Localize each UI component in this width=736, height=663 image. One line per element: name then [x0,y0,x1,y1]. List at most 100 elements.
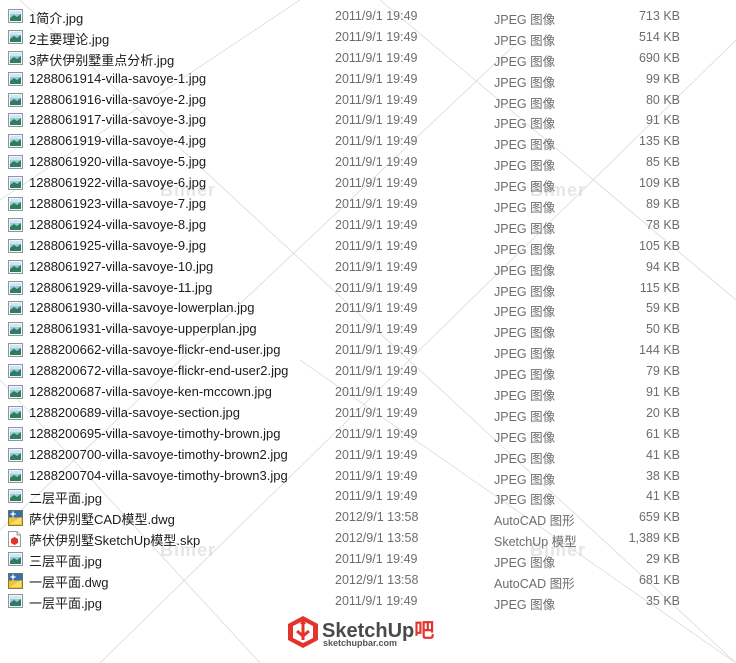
file-date-modified: 2011/9/1 19:49 [335,113,418,128]
file-type: JPEG 图像 [494,201,556,216]
file-date-modified: 2011/9/1 19:49 [335,155,418,170]
file-size: 115 KB [639,280,680,295]
autocad-drawing-icon [8,510,23,527]
file-row[interactable]: 1288200695-villa-savoye-timothy-brown.jp… [0,424,736,445]
file-type: JPEG 图像 [494,493,556,508]
file-row[interactable]: 一层平面.jpg 2011/9/1 19:49 JPEG 图像 35 KB [0,591,736,612]
file-date-modified: 2011/9/1 19:49 [335,343,418,358]
file-row[interactable]: 1288061917-villa-savoye-3.jpg 2011/9/1 1… [0,110,736,131]
file-size: 50 KB [645,322,680,337]
file-row[interactable]: 1288061929-villa-savoye-11.jpg 2011/9/1 … [0,278,736,299]
file-list: 1简介.jpg 2011/9/1 19:49 JPEG 图像 713 KB 2主… [0,6,736,612]
jpeg-image-icon [8,259,23,274]
jpeg-image-icon [8,155,23,170]
file-size: 514 KB [638,29,680,44]
jpeg-image-icon [8,92,23,107]
file-name: 1288061920-villa-savoye-5.jpg [29,154,207,170]
file-date-modified: 2011/9/1 19:49 [335,71,418,86]
file-name: 1288061923-villa-savoye-7.jpg [29,196,207,212]
file-name: 1288061916-villa-savoye-2.jpg [29,91,207,107]
file-name: 1288200695-villa-savoye-timothy-brown.jp… [29,425,281,441]
file-row[interactable]: 1288061924-villa-savoye-8.jpg 2011/9/1 1… [0,215,736,236]
file-row[interactable]: 1288200689-villa-savoye-section.jpg 2011… [0,403,736,424]
jpeg-image-icon [8,197,23,212]
file-type: AutoCAD 图形 [494,514,575,529]
file-type: JPEG 图像 [494,368,556,383]
file-type: JPEG 图像 [494,33,556,48]
file-name: 1288061925-villa-savoye-9.jpg [29,237,207,253]
file-date-modified: 2012/9/1 13:58 [335,531,419,546]
jpeg-image-icon [8,468,23,483]
file-row[interactable]: 1288200672-villa-savoye-flickr-end-user2… [0,361,736,382]
file-name: 三层平面.jpg [29,554,102,570]
file-row[interactable]: 1288200662-villa-savoye-flickr-end-user.… [0,340,736,361]
sketchup-logo-icon [288,616,318,648]
file-row[interactable]: 1简介.jpg 2011/9/1 19:49 JPEG 图像 713 KB [0,6,736,27]
file-row[interactable]: 1288061922-villa-savoye-6.jpg 2011/9/1 1… [0,173,736,194]
jpeg-image-icon [8,217,23,232]
jpeg-image-icon [8,322,23,337]
file-date-modified: 2011/9/1 19:49 [335,280,418,295]
file-size: 78 KB [645,217,680,232]
file-row[interactable]: 萨伏伊别墅CAD模型.dwg 2012/9/1 13:58 AutoCAD 图形… [0,507,736,528]
file-date-modified: 2012/9/1 13:58 [335,573,419,588]
file-row[interactable]: 1288061923-villa-savoye-7.jpg 2011/9/1 1… [0,194,736,215]
file-type: JPEG 图像 [494,347,556,362]
file-date-modified: 2011/9/1 19:49 [335,50,418,65]
file-size: 80 KB [645,92,680,107]
jpeg-image-icon [8,176,23,191]
file-date-modified: 2011/9/1 19:49 [335,176,418,191]
file-row[interactable]: 1288061920-villa-savoye-5.jpg 2011/9/1 1… [0,152,736,173]
jpeg-image-icon [8,113,23,128]
file-date-modified: 2011/9/1 19:49 [335,301,418,316]
file-name: 1288061922-villa-savoye-6.jpg [29,175,207,191]
jpeg-image-icon [8,280,23,295]
file-name: 1288200700-villa-savoye-timothy-brown2.j… [29,446,288,462]
file-type: JPEG 图像 [494,138,556,153]
file-row[interactable]: 1288061925-villa-savoye-9.jpg 2011/9/1 1… [0,236,736,257]
file-date-modified: 2011/9/1 19:49 [335,92,418,107]
jpeg-image-icon [8,385,23,400]
file-size: 85 KB [645,155,680,170]
file-size: 713 KB [638,9,680,23]
file-type: JPEG 图像 [494,597,556,612]
jpeg-image-icon [8,301,23,316]
file-row[interactable]: 1288200687-villa-savoye-ken-mccown.jpg 2… [0,382,736,403]
file-size: 61 KB [645,426,680,441]
file-date-modified: 2012/9/1 13:58 [335,510,419,525]
file-size: 41 KB [645,489,680,504]
file-row[interactable]: 1288061930-villa-savoye-lowerplan.jpg 20… [0,298,736,319]
file-size: 1,389 KB [628,531,680,546]
file-row[interactable]: 1288061914-villa-savoye-1.jpg 2011/9/1 1… [0,69,736,90]
file-row[interactable]: 1288061927-villa-savoye-10.jpg 2011/9/1 … [0,257,736,278]
file-row[interactable]: 3萨伏伊别墅重点分析.jpg 2011/9/1 19:49 JPEG 图像 69… [0,48,736,69]
jpeg-image-icon [8,426,23,441]
file-size: 79 KB [645,364,680,379]
file-date-modified: 2011/9/1 19:49 [335,552,418,567]
file-row[interactable]: 一层平面.dwg 2012/9/1 13:58 AutoCAD 图形 681 K… [0,570,736,591]
file-row[interactable]: 1288061931-villa-savoye-upperplan.jpg 20… [0,319,736,340]
file-name: 1288061927-villa-savoye-10.jpg [29,258,214,274]
file-name: 一层平面.jpg [29,595,102,611]
file-row[interactable]: 2主要理论.jpg 2011/9/1 19:49 JPEG 图像 514 KB [0,27,736,48]
file-row[interactable]: 二层平面.jpg 2011/9/1 19:49 JPEG 图像 41 KB [0,486,736,507]
file-type: JPEG 图像 [494,389,556,404]
file-type: JPEG 图像 [494,284,556,299]
file-name: 3萨伏伊别墅重点分析.jpg [29,52,175,68]
file-size: 105 KB [638,238,680,253]
file-row[interactable]: 1288061919-villa-savoye-4.jpg 2011/9/1 1… [0,131,736,152]
file-row[interactable]: 1288200704-villa-savoye-timothy-brown3.j… [0,466,736,487]
jpeg-image-icon [8,29,23,44]
file-row[interactable]: 三层平面.jpg 2011/9/1 19:49 JPEG 图像 29 KB [0,549,736,570]
jpeg-image-icon [8,238,23,253]
file-row[interactable]: 1288061916-villa-savoye-2.jpg 2011/9/1 1… [0,90,736,111]
jpeg-image-icon [8,447,23,462]
jpeg-image-icon [8,364,23,379]
file-size: 89 KB [645,197,680,212]
file-row[interactable]: 萨伏伊别墅SketchUp模型.skp 2012/9/1 13:58 Sketc… [0,528,736,549]
file-type: JPEG 图像 [494,159,556,174]
file-name: 一层平面.dwg [29,575,109,591]
file-row[interactable]: 1288200700-villa-savoye-timothy-brown2.j… [0,445,736,466]
file-type: JPEG 图像 [494,430,556,445]
sketchup-model-icon [8,531,23,548]
